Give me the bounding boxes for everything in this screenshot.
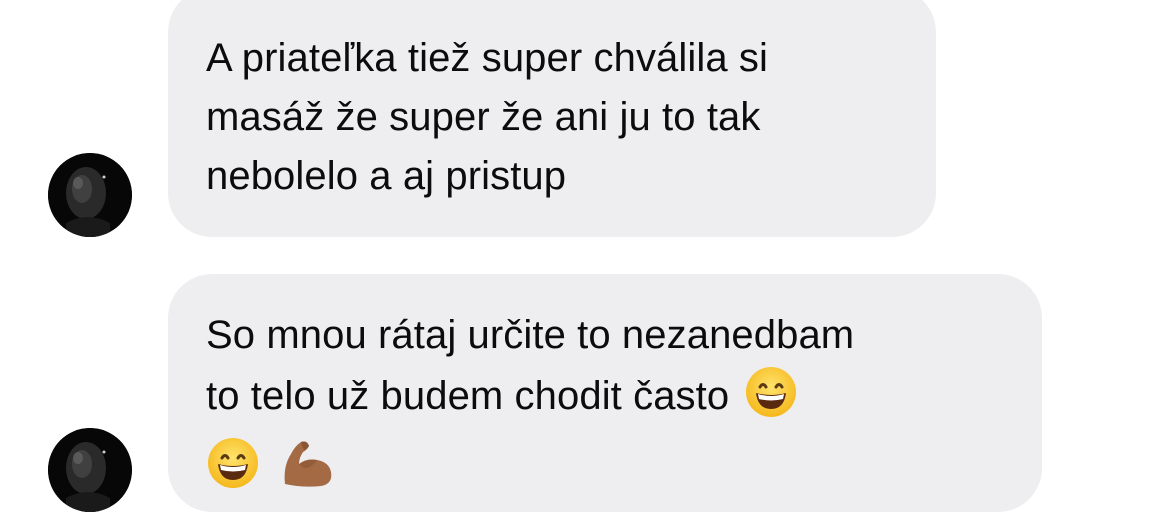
message-text-line: to telo už budem chodit často [206,365,1002,436]
grinning-face-emoji-icon [744,365,798,436]
message-text-line: nebolelo a aj pristup [206,154,567,198]
emoji-row [206,436,1002,498]
avatar-photo-icon [48,153,132,237]
chat-thread: A priateľka tiež super chválila si masáž… [0,0,1170,526]
message-text: to telo už budem chodit často [206,374,730,418]
message-bubble[interactable]: So mnou rátaj určite to nezanedbam to te… [168,274,1042,512]
message-text-line: masáž že super že ani ju to tak [206,95,761,139]
message-text-line: So mnou rátaj určite to nezanedbam [206,306,1002,365]
message-bubble[interactable]: A priateľka tiež super chválila si masáž… [168,0,936,237]
flexed-biceps-emoji-icon [277,436,335,507]
avatar-photo-icon [48,428,132,512]
avatar[interactable] [48,153,132,237]
message-text: So mnou rátaj určite to nezanedbam [206,313,855,357]
avatar[interactable] [48,428,132,512]
grinning-face-emoji-icon [206,436,260,507]
message-text-line: A priateľka tiež super chválila si [206,36,768,80]
